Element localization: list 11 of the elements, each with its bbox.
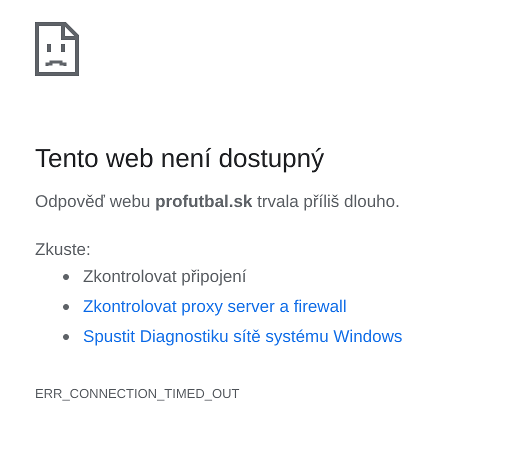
suggestion-link[interactable]: Zkontrolovat proxy server a firewall (83, 295, 347, 319)
suggestions-label: Zkuste: (35, 239, 92, 261)
error-code: ERR_CONNECTION_TIMED_OUT (35, 385, 240, 403)
suggestion-link[interactable]: Spustit Diagnostiku sítě systému Windows (83, 325, 402, 349)
page-heading: Tento web není dostupný (35, 142, 326, 175)
suggestion-text: Zkontrolovat připojení (83, 266, 246, 288)
bullet-icon (63, 304, 69, 310)
error-message: Odpověď webu profutbal.sk trvala příliš dlouho. (35, 191, 401, 213)
sad-document-icon (35, 22, 79, 76)
bullet-icon (63, 334, 69, 340)
bullet-icon (63, 274, 69, 280)
